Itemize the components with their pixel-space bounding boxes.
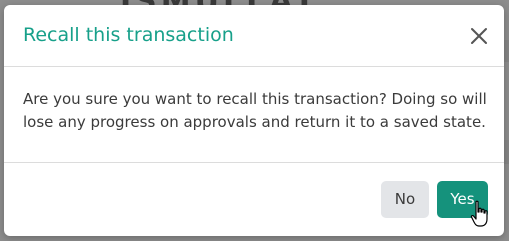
dialog-message: Are you sure you want to recall this tra… <box>23 90 487 131</box>
dialog-body: Are you sure you want to recall this tra… <box>4 68 504 163</box>
dialog-title: Recall this transaction <box>23 24 234 46</box>
dialog-header: Recall this transaction <box>4 5 504 67</box>
close-icon <box>471 28 487 44</box>
dialog-footer: No Yes <box>4 164 504 236</box>
recall-dialog: Recall this transaction Are you sure you… <box>4 5 504 236</box>
no-button[interactable]: No <box>381 181 429 218</box>
close-button[interactable] <box>469 26 489 46</box>
yes-button[interactable]: Yes <box>437 181 488 218</box>
